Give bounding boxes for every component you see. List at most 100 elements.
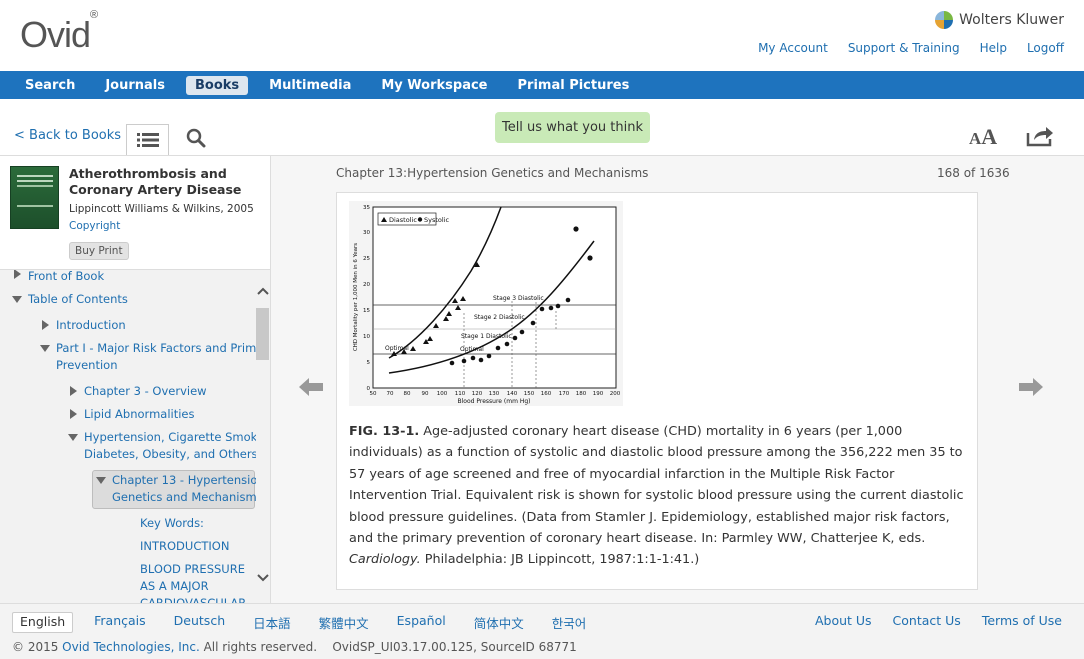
nav-my-workspace[interactable]: My Workspace xyxy=(372,76,496,95)
ytick: 30 xyxy=(363,230,370,236)
toc-scrollbar[interactable] xyxy=(256,270,270,603)
next-page-arrow-icon[interactable] xyxy=(1019,378,1043,396)
book-info: Atherothrombosis and Coronary Artery Dis… xyxy=(0,156,270,270)
content-card: Diastolic Systolic Stage 3 Diastolic Sta… xyxy=(336,192,978,590)
label-stage1: Stage 1 Diastolic xyxy=(461,333,512,340)
nav-primal-pictures[interactable]: Primal Pictures xyxy=(509,76,639,95)
brand-name: Wolters Kluwer xyxy=(959,12,1064,28)
legend-diastolic: Diastolic xyxy=(389,216,417,224)
lang-japanese[interactable]: 日本語 xyxy=(246,612,298,633)
help-link[interactable]: Help xyxy=(980,41,1007,55)
ytick: 5 xyxy=(367,360,371,366)
collapse-arrow-icon[interactable] xyxy=(40,345,50,352)
label-stage3: Stage 3 Diastolic xyxy=(493,295,544,302)
font-size-big-glyph: A xyxy=(981,124,998,149)
toc-front-of-book[interactable]: Front of Book xyxy=(28,270,104,285)
scrollbar-thumb[interactable] xyxy=(256,308,269,360)
xtick: 160 xyxy=(541,391,552,397)
lang-german[interactable]: Deutsch xyxy=(167,612,232,633)
book-title: Atherothrombosis and Coronary Artery Dis… xyxy=(69,166,242,197)
xtick: 100 xyxy=(437,391,448,397)
toc-introduction[interactable]: Introduction xyxy=(56,317,126,334)
share-icon[interactable] xyxy=(1026,125,1054,147)
my-account-link[interactable]: My Account xyxy=(758,41,828,55)
toc-lipid-abnormalities[interactable]: Lipid Abnormalities xyxy=(84,406,194,423)
utility-links: My Account Support & Training Help Logof… xyxy=(738,41,1064,55)
toc-list-button[interactable] xyxy=(126,124,169,155)
lang-korean[interactable]: 한국어 xyxy=(545,612,594,633)
toc-introduction-section[interactable]: INTRODUCTION xyxy=(140,538,229,555)
ytick: 25 xyxy=(363,256,370,262)
reader-pane: Chapter 13:Hypertension Genetics and Mec… xyxy=(271,156,1084,603)
book-publisher: Lippincott Williams & Wilkins, 2005 xyxy=(69,203,254,215)
previous-page-arrow-icon[interactable] xyxy=(299,378,323,396)
back-to-books-link[interactable]: < Back to Books xyxy=(14,128,121,143)
expand-arrow-icon[interactable] xyxy=(14,270,21,279)
wolters-kluwer-logo-icon xyxy=(935,11,954,29)
ytick: 0 xyxy=(367,386,371,392)
collapse-arrow-icon[interactable] xyxy=(96,477,106,484)
nav-books[interactable]: Books xyxy=(185,75,249,95)
lang-simplified-chinese[interactable]: 简体中文 xyxy=(467,612,531,633)
about-us-link[interactable]: About Us xyxy=(815,613,872,628)
lang-english[interactable]: English xyxy=(12,612,74,633)
caption-italic-title: Cardiology. xyxy=(349,552,421,568)
page-counter: 168 of 1636 xyxy=(937,166,1010,180)
font-size-button[interactable]: AA xyxy=(969,124,997,150)
toc-chapter-13-line1[interactable]: Chapter 13 - Hypertension xyxy=(112,472,256,489)
x-axis-label: Blood Pressure (mm Hg) xyxy=(458,398,531,405)
chapter-title: Chapter 13:Hypertension Genetics and Mec… xyxy=(336,166,649,180)
expand-arrow-icon[interactable] xyxy=(70,409,77,419)
toc-blood-pressure-line2[interactable]: AS A MAJOR xyxy=(140,578,209,595)
toc-hypertension-section-line1[interactable]: Hypertension, Cigarette Smokin xyxy=(84,429,256,446)
toc-chapter-3[interactable]: Chapter 3 - Overview xyxy=(84,383,207,400)
font-size-small-glyph: A xyxy=(969,129,982,148)
chevron-down-icon[interactable] xyxy=(257,573,269,583)
toc-part-1-line2[interactable]: Prevention xyxy=(56,357,117,374)
toc-hypertension-section-line2[interactable]: Diabetes, Obesity, and Others xyxy=(84,446,256,463)
collapse-arrow-icon[interactable] xyxy=(12,296,22,303)
table-of-contents-tree: Front of Book Table of Contents Introduc… xyxy=(0,270,256,603)
ovid-logo[interactable]: Ovid® xyxy=(20,9,98,56)
list-icon xyxy=(136,133,159,147)
ytick: 20 xyxy=(363,282,370,288)
label-optimal-mid: Optimal xyxy=(460,346,484,353)
logoff-link[interactable]: Logoff xyxy=(1027,41,1064,55)
toc-key-words[interactable]: Key Words: xyxy=(140,515,204,532)
expand-arrow-icon[interactable] xyxy=(70,386,77,396)
nav-journals[interactable]: Journals xyxy=(96,76,174,95)
ytick: 15 xyxy=(363,308,370,314)
buy-print-button[interactable]: Buy Print xyxy=(69,242,129,260)
lang-spanish[interactable]: Español xyxy=(390,612,453,633)
ovid-technologies-link[interactable]: Ovid Technologies, Inc. xyxy=(62,640,200,654)
header: Ovid® Wolters Kluwer My Account Support … xyxy=(0,0,1084,71)
collapse-arrow-icon[interactable] xyxy=(68,434,78,441)
language-selector: English Français Deutsch 日本語 繁體中文 Españo… xyxy=(12,612,593,633)
xtick: 180 xyxy=(576,391,587,397)
label-optimal-left: Optimal xyxy=(385,345,409,352)
nav-multimedia[interactable]: Multimedia xyxy=(260,76,360,95)
feedback-button[interactable]: Tell us what you think xyxy=(495,112,650,143)
toc-table-of-contents[interactable]: Table of Contents xyxy=(28,291,128,308)
search-icon[interactable] xyxy=(186,128,206,148)
lang-french[interactable]: Français xyxy=(87,612,153,633)
terms-of-use-link[interactable]: Terms of Use xyxy=(982,613,1062,628)
y-axis-label: CHD Mortality per 1,000 Men in 6 Years xyxy=(353,243,359,351)
xtick: 170 xyxy=(559,391,570,397)
toc-blood-pressure-line3[interactable]: CARDIOVASCULAR xyxy=(140,595,246,603)
expand-arrow-icon[interactable] xyxy=(42,320,49,330)
toc-part-1-line1[interactable]: Part I - Major Risk Factors and Primar xyxy=(56,340,256,357)
toc-blood-pressure-line1[interactable]: BLOOD PRESSURE xyxy=(140,561,245,578)
main-nav: Search Journals Books Multimedia My Work… xyxy=(0,71,1084,99)
lang-traditional-chinese[interactable]: 繁體中文 xyxy=(312,612,376,633)
copyright-link[interactable]: Copyright xyxy=(69,220,120,232)
contact-us-link[interactable]: Contact Us xyxy=(893,613,961,628)
logo-registered-mark: ® xyxy=(90,9,98,21)
xtick: 90 xyxy=(422,391,429,397)
support-training-link[interactable]: Support & Training xyxy=(848,41,960,55)
nav-search[interactable]: Search xyxy=(16,76,84,95)
chevron-up-icon[interactable] xyxy=(257,286,269,296)
xtick: 140 xyxy=(507,391,518,397)
sidebar: Atherothrombosis and Coronary Artery Dis… xyxy=(0,156,271,603)
toc-chapter-13-line2[interactable]: Genetics and Mechanisms xyxy=(112,489,256,506)
